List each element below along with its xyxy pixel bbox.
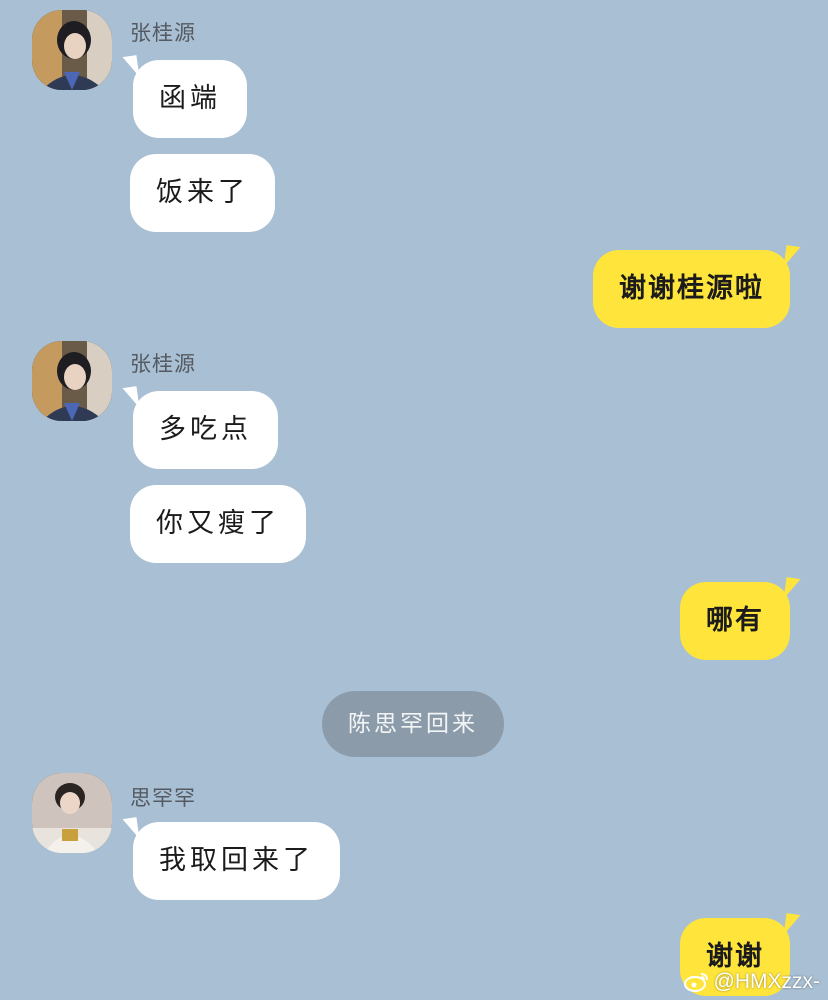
message-bubble[interactable]: 你又瘦了 <box>130 485 306 563</box>
avatar[interactable] <box>32 341 112 421</box>
bubble-tail <box>783 913 801 937</box>
system-notice: 陈思罕回来 <box>322 691 504 757</box>
chat-area: 张桂源 函端 饭来了 谢谢桂源啦 张桂源 多吃点 你又瘦了 哪有 陈思罕回来 思… <box>0 0 828 1000</box>
message-text: 多吃点 <box>159 414 252 445</box>
avatar[interactable] <box>32 10 112 90</box>
message-text: 函端 <box>159 83 221 114</box>
message-bubble[interactable]: 函端 <box>122 55 247 138</box>
message-bubble[interactable]: 多吃点 <box>122 386 278 469</box>
message-bubble-outgoing[interactable]: 谢谢桂源啦 <box>593 245 801 328</box>
sender-name: 张桂源 <box>130 21 196 45</box>
message-text: 饭来了 <box>156 177 249 208</box>
bubble-tail <box>122 386 140 410</box>
message-bubble[interactable]: 饭来了 <box>130 154 275 232</box>
watermark: @HMXzzx- <box>683 970 820 994</box>
message-text: 谢谢桂源啦 <box>619 273 764 304</box>
sender-name: 张桂源 <box>130 352 196 376</box>
message-text: 我取回来了 <box>159 845 314 876</box>
message-bubble[interactable]: 我取回来了 <box>122 817 340 900</box>
sender-name: 思罕罕 <box>130 786 196 810</box>
message-text: 你又瘦了 <box>156 508 280 539</box>
bubble-tail <box>783 577 801 601</box>
avatar[interactable] <box>32 773 112 853</box>
bubble-tail <box>122 55 140 79</box>
message-text: 哪有 <box>706 605 764 636</box>
bubble-tail <box>122 817 140 841</box>
bubble-tail <box>783 245 801 269</box>
watermark-text: @HMXzzx- <box>713 970 820 993</box>
message-text: 谢谢 <box>706 941 764 972</box>
message-bubble-outgoing[interactable]: 哪有 <box>680 577 801 660</box>
weibo-icon <box>683 971 710 993</box>
